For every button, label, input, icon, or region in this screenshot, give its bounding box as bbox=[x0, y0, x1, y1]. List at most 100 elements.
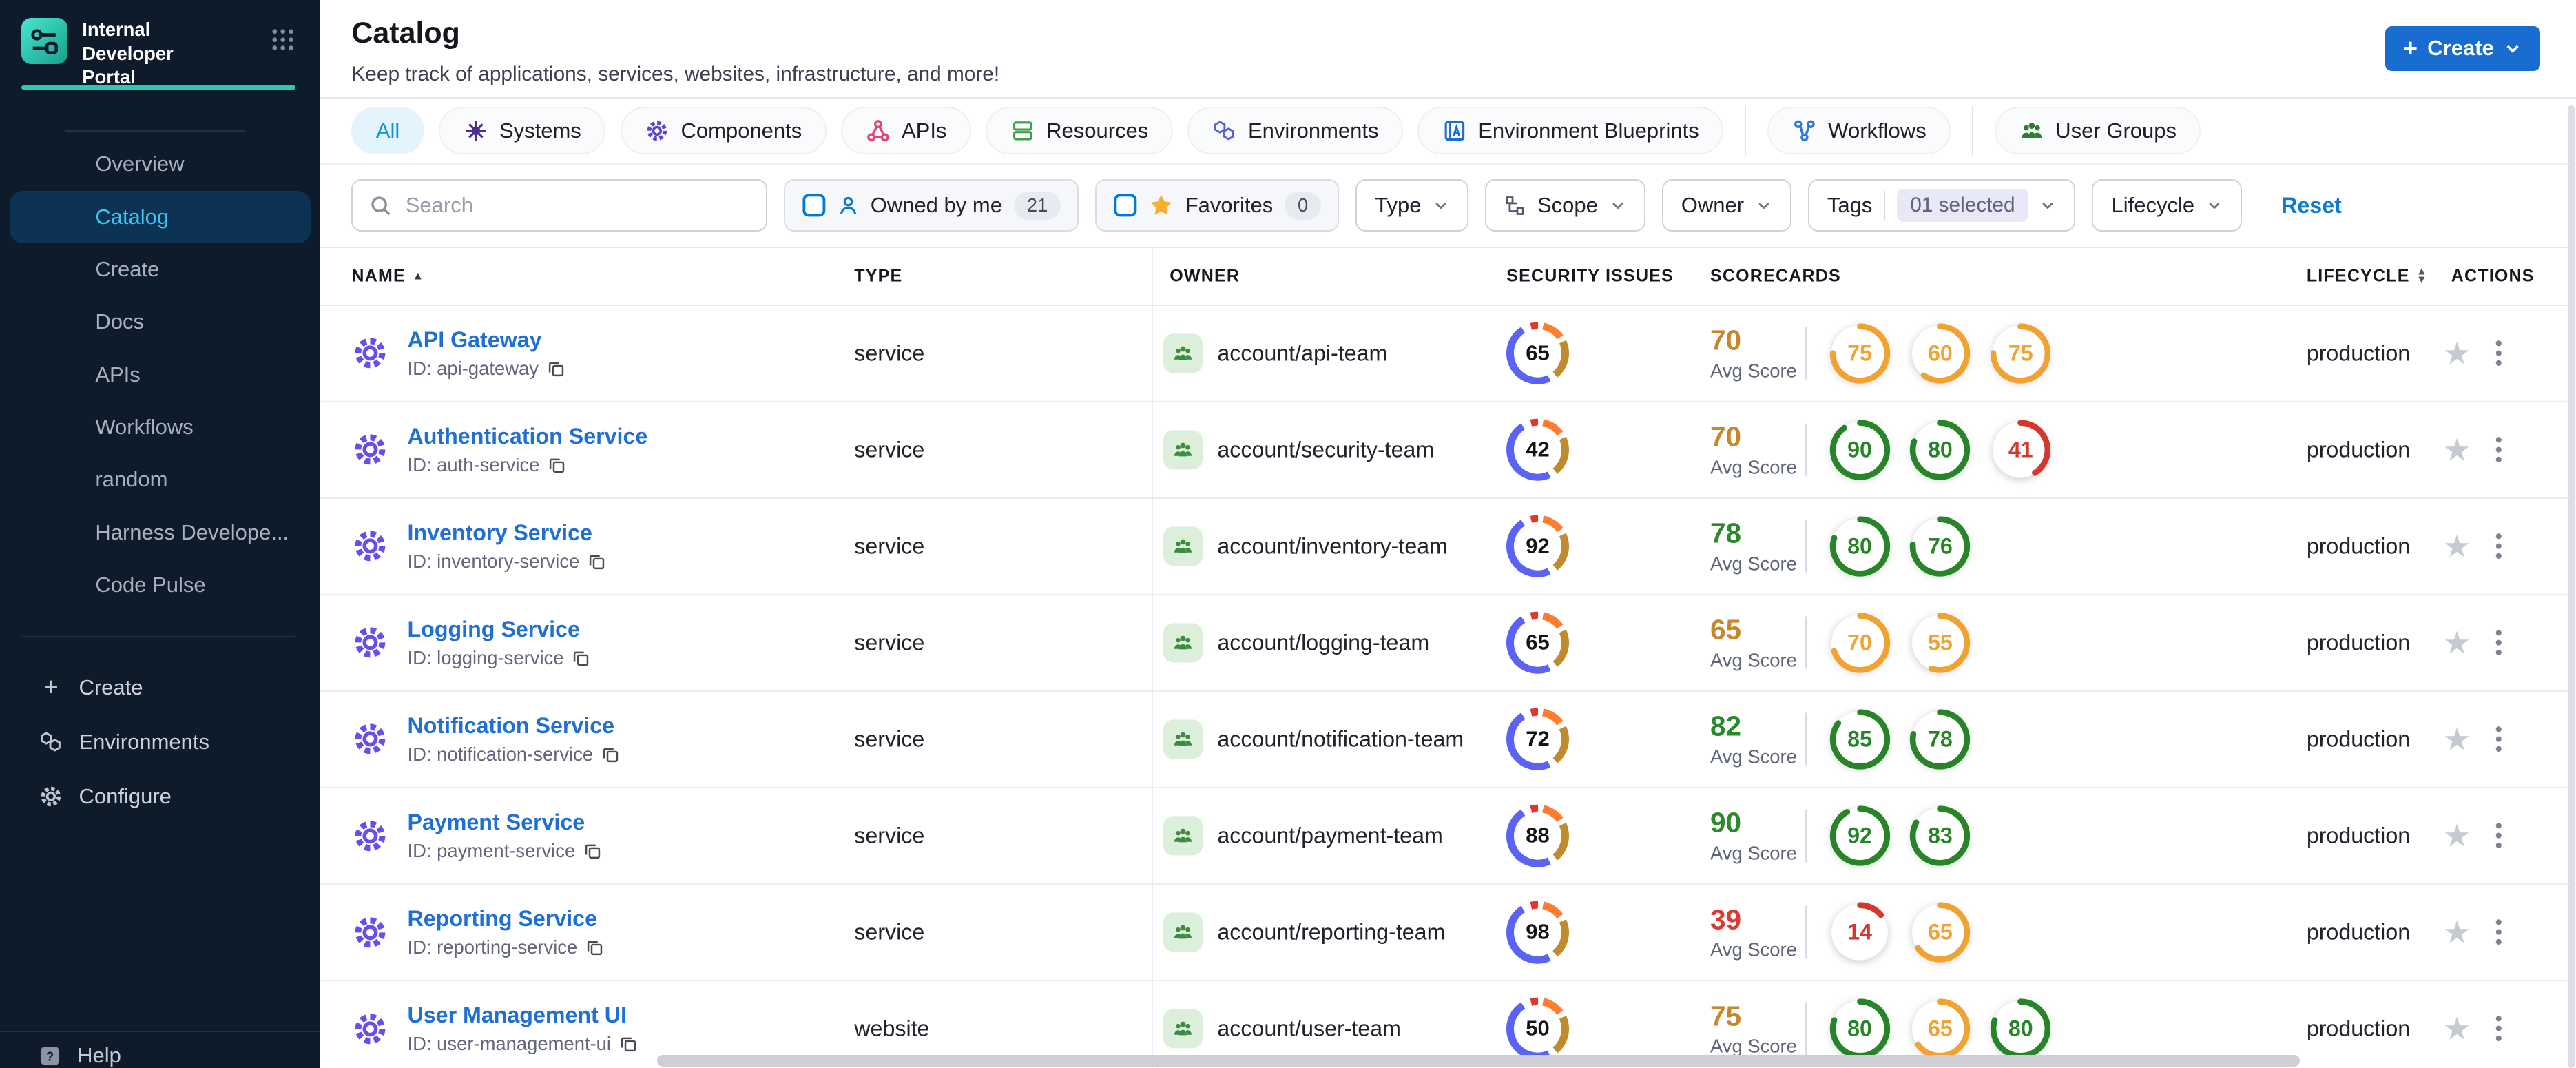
favorite-star-icon[interactable]: ★ bbox=[2443, 723, 2471, 754]
tab-components[interactable]: Components bbox=[620, 107, 827, 155]
sidebar-item-apis[interactable]: APIs bbox=[10, 349, 311, 401]
entity-id: ID: notification-service bbox=[407, 743, 594, 765]
sidebar-item-help[interactable]: ? Help bbox=[0, 1032, 320, 1068]
kebab-menu-icon[interactable] bbox=[2495, 918, 2502, 947]
avg-score-value: 39 bbox=[1710, 903, 1742, 936]
sidebar-footer-item-create[interactable]: + Create bbox=[0, 661, 320, 715]
sort-asc-icon: ▲ bbox=[412, 269, 425, 283]
favorite-star-icon[interactable]: ★ bbox=[2443, 627, 2471, 658]
favorite-star-icon[interactable]: ★ bbox=[2443, 434, 2471, 465]
owner-filter-label: Owner bbox=[1681, 193, 1745, 218]
tab-user-groups[interactable]: User Groups bbox=[1995, 107, 2201, 155]
owner-filter-dropdown[interactable]: Owner bbox=[1661, 179, 1791, 232]
avg-score-block: 65 Avg Score bbox=[1710, 614, 1803, 672]
security-issues-count: 50 bbox=[1513, 1005, 1562, 1053]
tab-apis[interactable]: APIs bbox=[841, 107, 971, 155]
filter-toolbar: Owned by me 21 Favorites 0 Type bbox=[320, 165, 2576, 249]
entity-type: service bbox=[854, 437, 925, 462]
tab-all[interactable]: All bbox=[351, 107, 424, 155]
type-filter-dropdown[interactable]: Type bbox=[1355, 179, 1469, 232]
vertical-scrollbar[interactable] bbox=[2568, 105, 2575, 1068]
nav-divider bbox=[65, 130, 245, 132]
component-gear-icon bbox=[351, 431, 389, 469]
copy-icon[interactable] bbox=[619, 1035, 637, 1053]
avg-score-block: 70 Avg Score bbox=[1710, 325, 1803, 382]
kebab-menu-icon[interactable] bbox=[2495, 339, 2502, 367]
tab-resources[interactable]: Resources bbox=[986, 107, 1173, 155]
tab-environments[interactable]: Environments bbox=[1187, 107, 1403, 155]
copy-icon[interactable] bbox=[583, 842, 601, 860]
checkbox-icon[interactable] bbox=[1113, 193, 1138, 218]
search-input-wrapper bbox=[351, 179, 767, 232]
tags-filter-dropdown[interactable]: Tags 01 selected bbox=[1807, 179, 2076, 232]
sidebar-footer-item-environments[interactable]: Environments bbox=[0, 715, 320, 770]
favorite-star-icon[interactable]: ★ bbox=[2443, 916, 2471, 947]
copy-icon[interactable] bbox=[547, 360, 565, 378]
sidebar-item-catalog[interactable]: Catalog bbox=[10, 190, 311, 243]
sidebar-item-workflows[interactable]: Workflows bbox=[10, 401, 311, 453]
column-header-type: TYPE bbox=[854, 266, 903, 286]
copy-icon[interactable] bbox=[601, 746, 619, 763]
sidebar-item-docs[interactable]: Docs bbox=[10, 296, 311, 348]
favorites-filter[interactable]: Favorites 0 bbox=[1094, 179, 1340, 232]
owner-name: account/logging-team bbox=[1217, 630, 1430, 655]
favorite-star-icon[interactable]: ★ bbox=[2443, 1013, 2471, 1044]
owner-name: account/api-team bbox=[1217, 340, 1388, 366]
owner-name: account/security-team bbox=[1217, 437, 1435, 462]
favorite-star-icon[interactable]: ★ bbox=[2443, 338, 2471, 369]
app-switcher-grid-icon[interactable] bbox=[271, 28, 294, 59]
entity-name-link[interactable]: Payment Service bbox=[408, 810, 602, 835]
scope-filter-dropdown[interactable]: Scope bbox=[1485, 179, 1645, 232]
table-row: Reporting Service ID: reporting-service … bbox=[320, 885, 2576, 981]
sidebar-footer-item-configure[interactable]: Configure bbox=[0, 769, 320, 823]
avg-score-label: Avg Score bbox=[1710, 649, 1797, 671]
person-icon bbox=[838, 195, 859, 216]
sidebar-item-random[interactable]: random bbox=[10, 453, 311, 506]
scorecards-divider bbox=[1805, 423, 1807, 476]
favorite-star-icon[interactable]: ★ bbox=[2443, 531, 2471, 562]
kebab-menu-icon[interactable] bbox=[2495, 435, 2502, 464]
entity-type: service bbox=[854, 340, 925, 366]
favorite-star-icon[interactable]: ★ bbox=[2443, 820, 2471, 851]
search-input[interactable] bbox=[405, 193, 750, 218]
entity-name-link[interactable]: API Gateway bbox=[408, 327, 565, 353]
name-cell: Authentication Service ID: auth-service bbox=[351, 424, 647, 476]
tab-environment-blueprints[interactable]: Environment Blueprints bbox=[1417, 107, 1724, 155]
star-icon bbox=[1149, 193, 1174, 218]
kebab-menu-icon[interactable] bbox=[2495, 822, 2502, 850]
security-issues-cell: 98 bbox=[1506, 901, 1569, 964]
horizontal-scrollbar[interactable] bbox=[657, 1055, 2300, 1067]
lifecycle-filter-dropdown[interactable]: Lifecycle bbox=[2092, 179, 2242, 232]
kebab-menu-icon[interactable] bbox=[2495, 629, 2502, 657]
entity-name-link[interactable]: User Management UI bbox=[408, 1003, 638, 1028]
checkbox-icon[interactable] bbox=[802, 193, 827, 218]
entity-name-link[interactable]: Inventory Service bbox=[408, 520, 606, 546]
create-button[interactable]: + Create bbox=[2385, 26, 2540, 71]
kebab-menu-icon[interactable] bbox=[2495, 1015, 2502, 1043]
copy-icon[interactable] bbox=[585, 938, 603, 956]
owner-name: account/user-team bbox=[1217, 1016, 1401, 1041]
entity-name-link[interactable]: Logging Service bbox=[408, 617, 590, 642]
sidebar: Internal Developer Portal Overview Catalo… bbox=[0, 0, 321, 1068]
tab-workflows[interactable]: Workflows bbox=[1767, 107, 1951, 155]
resources-icon bbox=[1010, 119, 1035, 143]
entity-name-link[interactable]: Reporting Service bbox=[408, 906, 604, 932]
owned-by-me-filter[interactable]: Owned by me 21 bbox=[783, 179, 1079, 232]
kebab-menu-icon[interactable] bbox=[2495, 726, 2502, 754]
column-header-name[interactable]: NAME ▲ bbox=[351, 266, 424, 286]
kebab-menu-icon[interactable] bbox=[2495, 532, 2502, 560]
tab-systems[interactable]: Systems bbox=[439, 107, 606, 155]
reset-filters-link[interactable]: Reset bbox=[2281, 193, 2342, 218]
sidebar-item-create[interactable]: Create bbox=[10, 243, 311, 296]
copy-icon[interactable] bbox=[588, 553, 605, 571]
sidebar-item-overview[interactable]: Overview bbox=[10, 138, 311, 190]
owner-cell: account/user-team bbox=[1163, 1009, 1401, 1049]
copy-icon[interactable] bbox=[572, 649, 590, 667]
sidebar-item-harness-develope-[interactable]: Harness Develope... bbox=[10, 506, 311, 559]
table-row: Inventory Service ID: inventory-service … bbox=[320, 499, 2576, 595]
column-header-lifecycle[interactable]: LIFECYCLE ▲ ▼ bbox=[2307, 266, 2428, 286]
entity-name-link[interactable]: Notification Service bbox=[408, 713, 620, 739]
copy-icon[interactable] bbox=[548, 456, 565, 474]
sidebar-item-code-pulse[interactable]: Code Pulse bbox=[10, 559, 311, 611]
entity-name-link[interactable]: Authentication Service bbox=[408, 424, 648, 449]
